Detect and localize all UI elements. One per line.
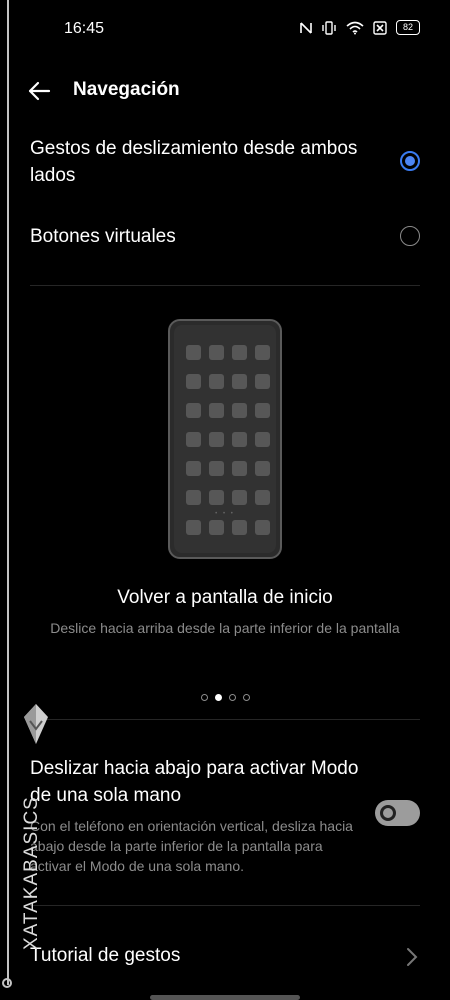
phone-screen: • • • (174, 325, 276, 553)
app-icon-grid (186, 345, 270, 505)
watermark-dot (2, 978, 12, 988)
status-icons: 82 (300, 20, 420, 35)
nfc-icon (300, 21, 312, 34)
home-indicator[interactable] (150, 995, 300, 1000)
header: Navegación (0, 68, 450, 112)
pager-dot-active[interactable] (214, 694, 222, 701)
watermark-logo-icon (24, 704, 48, 744)
page-title: Navegación (73, 79, 180, 100)
battery-indicator: 82 (396, 20, 420, 35)
pager-dot[interactable] (228, 694, 236, 701)
divider (30, 905, 420, 906)
back-arrow-icon[interactable] (26, 78, 52, 104)
option-label: Gestos de deslizamiento desde ambos lado… (30, 138, 358, 186)
option-label: Botones virtuales (30, 226, 176, 247)
mini-page-dots: • • • (215, 511, 235, 517)
chevron-right-icon (407, 948, 418, 966)
watermark-text: XATAKABASICS (21, 796, 42, 950)
one-hand-toggle[interactable] (375, 800, 420, 826)
watermark-line (7, 0, 9, 985)
illustration-description: Deslice hacia arriba desde la parte infe… (50, 620, 400, 636)
status-bar: 16:45 82 (0, 0, 450, 60)
status-time: 16:45 (64, 20, 105, 37)
dock-icons (186, 520, 270, 535)
phone-illustration: • • • (168, 319, 282, 559)
option-swipe-gestures[interactable]: Gestos de deslizamiento desde ambos lado… (30, 135, 420, 189)
pager-dots[interactable] (0, 694, 450, 701)
radio-unselected[interactable] (400, 226, 420, 246)
no-sim-icon (373, 20, 387, 35)
illustration-title: Volver a pantalla de inicio (117, 587, 333, 608)
vibrate-icon (322, 20, 336, 35)
gesture-tutorial-row[interactable]: Tutorial de gestos (30, 943, 420, 973)
radio-selected[interactable] (400, 151, 420, 171)
pager-dot[interactable] (242, 694, 250, 701)
divider (30, 719, 420, 720)
option-virtual-buttons[interactable]: Botones virtuales (30, 223, 420, 250)
one-hand-description: Con el teléfono en orientación vertical,… (30, 818, 353, 874)
wifi-icon (346, 21, 364, 34)
tutorial-label: Tutorial de gestos (30, 945, 181, 966)
divider (30, 285, 420, 286)
pager-dot[interactable] (200, 694, 208, 701)
one-hand-mode-setting: Deslizar hacia abajo para activar Modo d… (30, 755, 420, 876)
one-hand-title: Deslizar hacia abajo para activar Modo d… (30, 758, 359, 806)
